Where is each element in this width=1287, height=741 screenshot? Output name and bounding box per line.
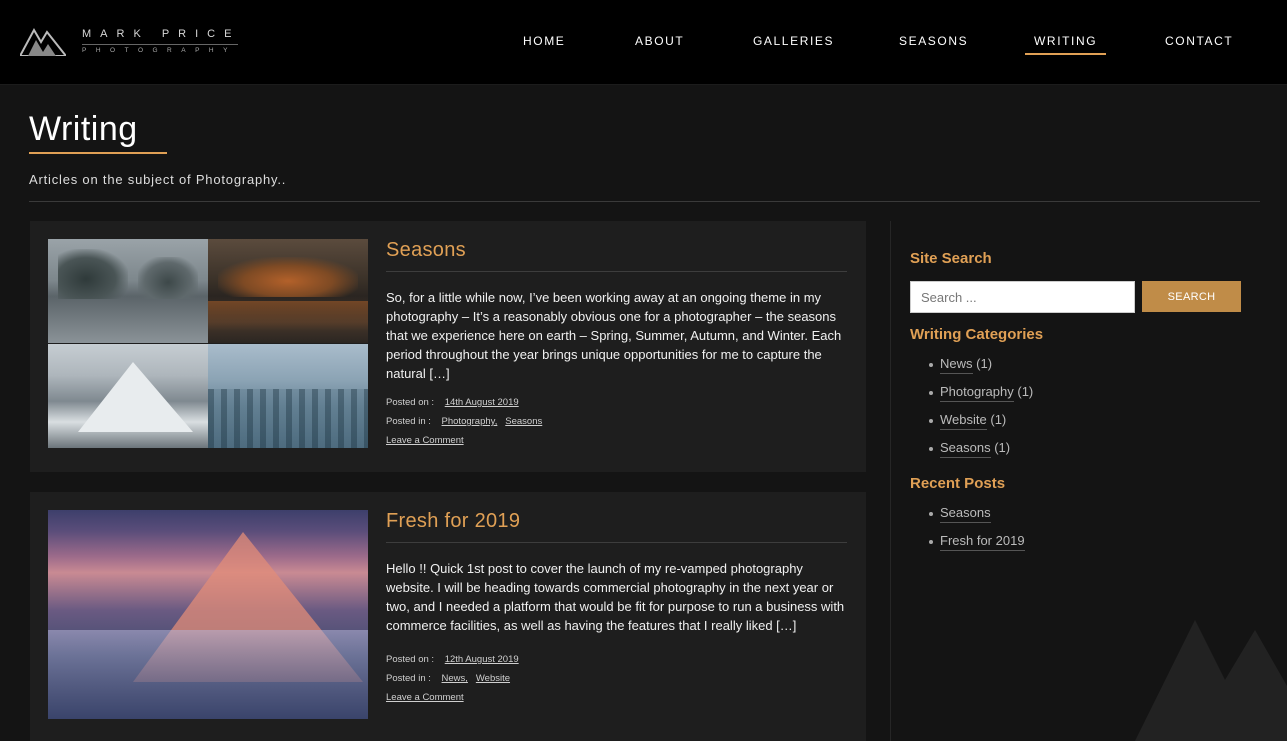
post-card: Seasons So, for a little while now, I’ve…	[30, 221, 866, 472]
snowy-peak-image	[48, 344, 208, 448]
category-link-seasons[interactable]: Seasons	[505, 416, 542, 427]
recent-post-seasons-link[interactable]: Seasons	[940, 505, 991, 523]
post-thumbnail-mountain[interactable]	[48, 510, 368, 719]
page-divider	[29, 201, 1260, 202]
posted-on-row: Posted on : 12th August 2019	[386, 650, 847, 669]
nav-seasons[interactable]: SEASONS	[899, 34, 968, 48]
category-seasons-link[interactable]: Seasons	[940, 440, 991, 458]
writing-categories-title: Writing Categories	[910, 326, 1044, 343]
search-button[interactable]: SEARCH	[1142, 281, 1241, 312]
nav-home[interactable]: HOME	[523, 34, 565, 48]
recent-posts-list: Seasons Fresh for 2019	[910, 505, 1250, 561]
list-item: Seasons	[910, 505, 1250, 533]
category-website-link[interactable]: Website	[940, 412, 987, 430]
category-link-photography[interactable]: Photography,	[442, 416, 498, 427]
post-body: Seasons So, for a little while now, I’ve…	[386, 239, 847, 450]
recent-post-fresh-2019-link[interactable]: Fresh for 2019	[940, 533, 1025, 551]
post-excerpt: So, for a little while now, I’ve been wo…	[386, 290, 842, 381]
autumn-lake-image	[208, 239, 368, 343]
category-count: (1)	[994, 440, 1011, 455]
posted-in-row: Posted in : News, Website	[386, 669, 847, 688]
posted-on-row: Posted on : 14th August 2019	[386, 393, 847, 412]
nav-galleries[interactable]: GALLERIES	[753, 34, 834, 48]
category-count: (1)	[990, 412, 1007, 427]
site-search-title: Site Search	[910, 250, 992, 267]
background-mountain-watermark-icon	[1135, 620, 1287, 741]
list-item: Website (1)	[910, 412, 1250, 440]
category-link-website[interactable]: Website	[476, 673, 510, 684]
category-news-link[interactable]: News	[940, 356, 973, 374]
category-count: (1)	[1017, 384, 1034, 399]
posted-in-label: Posted in :	[386, 673, 431, 684]
sidebar: Site Search SEARCH Writing Categories Ne…	[910, 250, 1250, 561]
misty-lake-image	[48, 239, 208, 343]
post-date-link[interactable]: 14th August 2019	[445, 397, 519, 408]
post-meta: Posted on : 12th August 2019 Posted in :…	[386, 650, 847, 707]
post-meta: Posted on : 14th August 2019 Posted in :…	[386, 393, 847, 450]
site-header: MARK PRICE PHOTOGRAPHY HOME ABOUT GALLER…	[0, 0, 1287, 85]
main-nav: HOME ABOUT GALLERIES SEASONS WRITING CON…	[0, 34, 1287, 55]
list-item: Seasons (1)	[910, 440, 1250, 468]
category-count: (1)	[976, 356, 993, 371]
page-title: Writing	[29, 110, 138, 148]
categories-list: News (1) Photography (1) Website (1) Sea…	[910, 356, 1250, 468]
list-item: Photography (1)	[910, 384, 1250, 412]
nav-writing[interactable]: WRITING	[1024, 34, 1107, 55]
search-form: SEARCH	[910, 281, 1250, 313]
posted-in-row: Posted in : Photography, Seasons	[386, 412, 847, 431]
recent-posts-title: Recent Posts	[910, 475, 1006, 492]
post-excerpt: Hello !! Quick 1st post to cover the lau…	[386, 561, 845, 633]
leave-comment-link[interactable]: Leave a Comment	[386, 692, 464, 703]
foggy-forest-image	[208, 344, 368, 448]
list-item: Fresh for 2019	[910, 533, 1250, 561]
search-input[interactable]	[910, 281, 1135, 313]
posted-on-label: Posted on :	[386, 654, 435, 665]
post-card: Fresh for 2019 Hello !! Quick 1st post t…	[30, 492, 866, 741]
category-photography-link[interactable]: Photography	[940, 384, 1014, 402]
sidebar-divider	[890, 221, 891, 741]
list-item: News (1)	[910, 356, 1250, 384]
post-thumbnail-seasons[interactable]	[48, 239, 368, 448]
posted-in-label: Posted in :	[386, 416, 431, 427]
nav-contact[interactable]: CONTACT	[1165, 34, 1233, 48]
post-title[interactable]: Fresh for 2019	[386, 510, 847, 543]
post-date-link[interactable]: 12th August 2019	[445, 654, 519, 665]
nav-about[interactable]: ABOUT	[635, 34, 684, 48]
category-link-news[interactable]: News,	[442, 673, 468, 684]
title-underline	[29, 152, 167, 154]
post-title[interactable]: Seasons	[386, 239, 847, 272]
post-body: Fresh for 2019 Hello !! Quick 1st post t…	[386, 510, 847, 707]
leave-comment-link[interactable]: Leave a Comment	[386, 435, 464, 446]
posted-on-label: Posted on :	[386, 397, 435, 408]
page-subtitle: Articles on the subject of Photography..	[29, 172, 287, 187]
